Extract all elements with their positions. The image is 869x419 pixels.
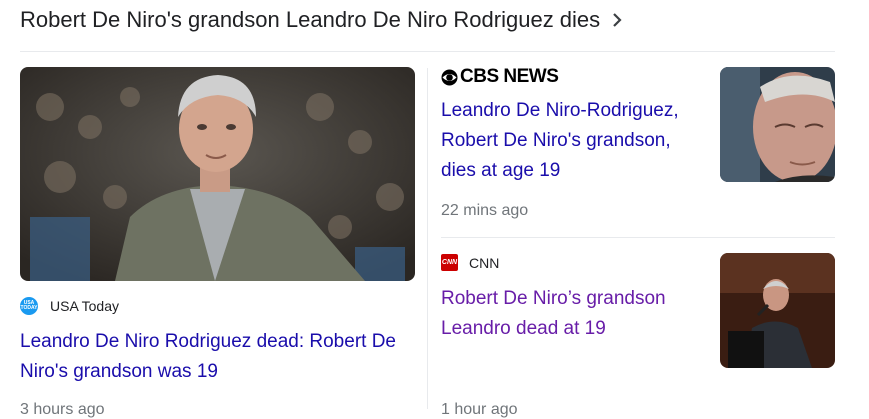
source-name: CBS NEWS [460,66,559,87]
article-time: 1 hour ago [441,401,518,418]
header-divider [20,51,835,52]
article-source-cbs: CBS NEWS [441,66,559,88]
column-divider [427,68,428,409]
article-time: 3 hours ago [20,401,105,418]
chevron-right-icon [613,13,622,27]
topic-title: Robert De Niro's grandson Leandro De Nir… [20,7,601,32]
cnn-logo: CNN [441,254,458,271]
article-source-usa-today: USA TODAY USA Today [20,297,119,315]
article-image-usa-today[interactable] [20,67,415,281]
cbs-eye-logo [441,69,458,85]
article-headline-usa-today[interactable]: Leandro De Niro Rodriguez dead: Robert D… [20,327,415,387]
usa-today-logo: USA TODAY [20,297,38,315]
source-name: USA Today [50,298,120,314]
article-image-cbs[interactable] [720,67,835,182]
article-divider [441,237,835,238]
article-headline-cnn[interactable]: Robert De Niro’s grandson Leandro dead a… [441,284,703,344]
article-image-cnn[interactable] [720,253,835,368]
source-name: CNN [469,254,500,271]
article-time: 22 mins ago [441,202,529,219]
article-source-cnn: CNN CNN [441,254,499,271]
topic-header-link[interactable]: Robert De Niro's grandson Leandro De Nir… [20,6,622,34]
article-headline-cbs[interactable]: Leandro De Niro-Rodriguez, Robert De Nir… [441,96,703,186]
